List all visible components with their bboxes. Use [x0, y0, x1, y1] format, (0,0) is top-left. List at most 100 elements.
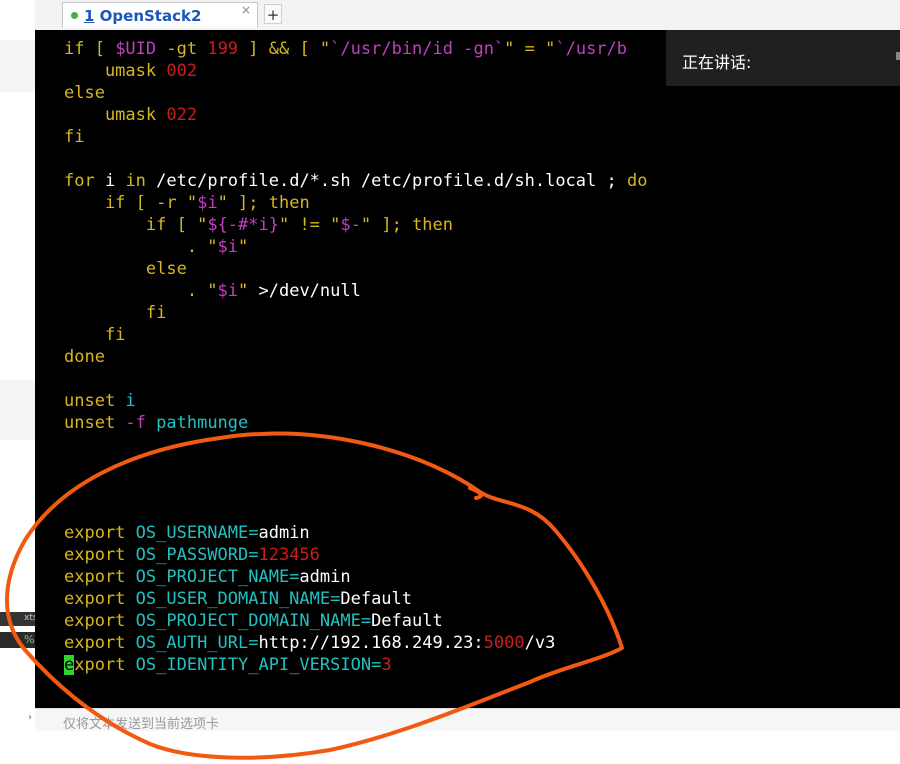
code-line: umask 002 — [64, 60, 197, 82]
connected-status-icon — [71, 12, 78, 19]
code-token: /etc/profile.d/*.sh /etc/profile.d/sh.lo… — [145, 171, 627, 191]
code-token: [ " — [166, 215, 208, 235]
code-token: 3 — [381, 655, 392, 675]
code-line: fi — [64, 324, 125, 346]
code-token: OS_PASSWORD= — [125, 545, 259, 565]
code-token: 5000 — [483, 633, 525, 653]
left-window-strip: xts % › — [0, 0, 38, 764]
code-token: >/dev/null — [258, 281, 361, 301]
speaking-notice-text: 正在讲话: — [682, 53, 752, 72]
code-token: -gt — [156, 39, 208, 59]
code-token: export — [64, 589, 126, 609]
code-token: umask — [64, 105, 167, 125]
code-line: . "$i" >/dev/null — [64, 280, 361, 302]
code-token: -f — [115, 413, 146, 433]
code-token: for — [64, 171, 95, 191]
code-token: /v3 — [524, 633, 556, 653]
code-token: export — [64, 545, 126, 565]
code-token: export — [64, 633, 126, 653]
code-line: fi — [64, 126, 84, 148]
code-token: then — [268, 193, 310, 213]
code-token: if — [64, 215, 167, 235]
close-icon[interactable]: × — [241, 3, 251, 17]
chevron-right-icon: › — [28, 712, 32, 723]
code-token: ] && [ " — [238, 39, 331, 59]
tab-bar: 1 OpenStack2 × + — [35, 0, 900, 31]
code-token: umask — [64, 61, 167, 81]
speaking-notice: 正在讲话: — [666, 30, 900, 86]
code-token: $i — [217, 281, 239, 301]
code-token: Default — [371, 611, 443, 631]
code-line: unset -f pathmunge — [64, 412, 248, 434]
code-token: export — [64, 567, 126, 587]
tab-number: 1 — [84, 7, 95, 25]
send-text-bar[interactable]: 仅将文本发送到当前选项卡 — [35, 708, 900, 731]
code-token: $- — [340, 215, 361, 235]
code-token: pathmunge — [145, 413, 249, 433]
code-token: then — [412, 215, 454, 235]
code-token: fi — [64, 303, 167, 323]
left-strip-tab-2: % — [0, 632, 35, 648]
code-line: else — [64, 82, 105, 104]
code-token: if [ — [64, 39, 116, 59]
code-token: http://192.168.249.23: — [258, 633, 484, 653]
code-token: admin — [299, 567, 351, 587]
left-strip-percent: % — [24, 633, 35, 646]
code-token: if — [64, 193, 126, 213]
code-line: unset i — [64, 390, 136, 412]
code-token: 123456 — [258, 545, 320, 565]
code-token: OS_PROJECT_NAME= — [125, 567, 300, 587]
code-token: " != " — [278, 215, 341, 235]
code-token: else — [64, 83, 105, 103]
code-token: export — [64, 523, 126, 543]
code-line: . "$i" — [64, 236, 248, 258]
notice-edge-handle — [896, 52, 900, 60]
code-token: " — [238, 281, 259, 301]
code-token: i — [94, 171, 126, 191]
tab-openstack2[interactable]: 1 OpenStack2 × — [62, 2, 258, 28]
code-line: export OS_AUTH_URL=http://192.168.249.23… — [64, 632, 555, 654]
code-token: admin — [258, 523, 310, 543]
code-token: xport — [74, 655, 126, 675]
code-line: fi — [64, 302, 166, 324]
code-token: Default — [340, 589, 413, 609]
code-token: OS_USER_DOMAIN_NAME= — [125, 589, 341, 609]
code-line: if [ -r "$i" ]; then — [64, 192, 310, 214]
code-token: " — [238, 237, 249, 257]
code-line: done — [64, 346, 105, 368]
code-line: else — [64, 258, 187, 280]
code-line: umask 022 — [64, 104, 197, 126]
code-token: . " — [64, 237, 218, 257]
send-text-placeholder: 仅将文本发送到当前选项卡 — [63, 717, 220, 731]
terminal-viewport[interactable]: if [ $UID -gt 199 ] && [ "`/usr/bin/id -… — [35, 30, 900, 708]
code-token: OS_USERNAME= — [125, 523, 259, 543]
tab-label: 1 OpenStack2 — [84, 7, 201, 25]
left-strip-panel-top — [0, 40, 35, 92]
code-token: OS_PROJECT_DOMAIN_NAME= — [125, 611, 372, 631]
code-token: $UID — [115, 39, 157, 59]
code-line: for i in /etc/profile.d/*.sh /etc/profil… — [64, 170, 647, 192]
code-token: " ]; — [360, 215, 413, 235]
code-line: export OS_USERNAME=admin — [64, 522, 310, 544]
new-tab-button[interactable]: + — [264, 4, 282, 24]
code-token: . " — [64, 281, 218, 301]
code-token: 199 — [207, 39, 239, 59]
code-line: export OS_IDENTITY_API_VERSION=3 — [64, 654, 392, 676]
code-token: $i — [217, 237, 239, 257]
code-token: done — [64, 347, 105, 367]
code-line: if [ $UID -gt 199 ] && [ "`/usr/bin/id -… — [64, 38, 627, 60]
code-token: $i — [197, 193, 218, 213]
code-token: " = " — [504, 39, 556, 59]
code-token: unset — [64, 391, 116, 411]
code-line: export OS_PASSWORD=123456 — [64, 544, 320, 566]
text-cursor: e — [64, 655, 75, 675]
code-token: 002 — [166, 61, 198, 81]
code-token: ${-#*i} — [207, 215, 279, 235]
code-token: [ -r " — [125, 193, 198, 213]
code-token: OS_IDENTITY_API_VERSION= — [125, 655, 382, 675]
left-strip-panel-mid — [0, 380, 35, 440]
code-line: export OS_PROJECT_DOMAIN_NAME=Default — [64, 610, 443, 632]
code-token: OS_AUTH_URL= — [125, 633, 259, 653]
code-token: i — [115, 391, 136, 411]
code-token: do — [626, 171, 648, 191]
